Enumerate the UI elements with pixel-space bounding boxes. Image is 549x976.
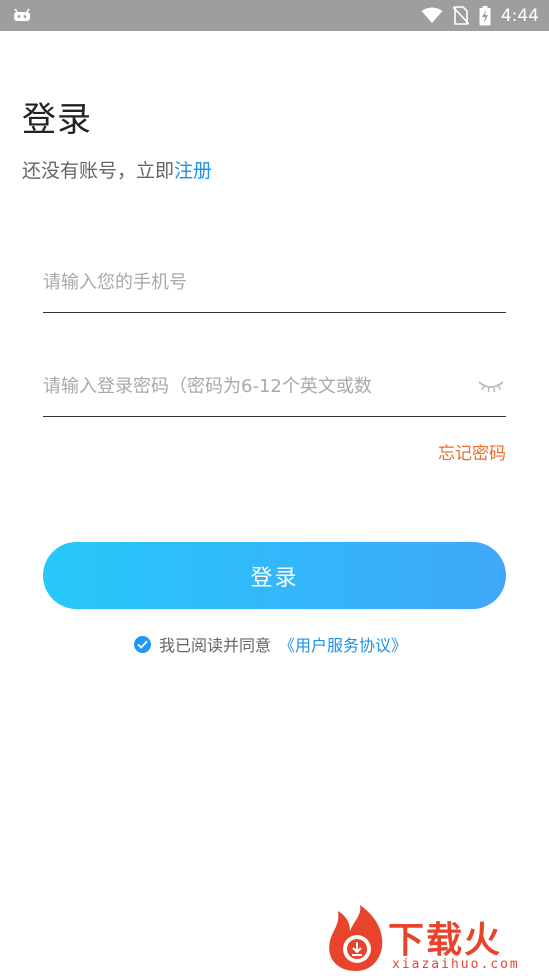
wifi-icon [421, 7, 443, 23]
agreement-text: 我已阅读并同意 [159, 636, 272, 655]
agreement-checkbox[interactable] [134, 635, 151, 653]
watermark-url: xiazaihuo.com [392, 957, 520, 972]
user-agreement-link[interactable]: 《用户服务协议》 [279, 632, 407, 656]
password-field [43, 363, 506, 417]
phone-field [43, 259, 506, 313]
check-icon [137, 640, 148, 649]
flame-logo-icon [329, 905, 383, 971]
battery-charging-icon [479, 5, 491, 25]
status-icons: 4:44 [421, 0, 539, 31]
status-bar: 4:44 [0, 0, 549, 31]
password-input[interactable] [43, 363, 506, 416]
status-time: 4:44 [500, 5, 539, 26]
no-sim-icon [452, 6, 469, 25]
register-prompt: 还没有账号，立即注册 [22, 156, 212, 183]
android-debug-icon [14, 8, 30, 21]
register-link[interactable]: 注册 [174, 160, 212, 182]
watermark-brand: 下载火 [388, 920, 503, 961]
forgot-password-link[interactable]: 忘记密码 [438, 439, 506, 464]
eye-closed-icon[interactable] [476, 376, 506, 396]
phone-input[interactable] [43, 259, 506, 312]
page-title: 登录 [22, 100, 92, 140]
login-button[interactable]: 登录 [43, 542, 506, 609]
register-prompt-text: 还没有账号，立即 [22, 160, 175, 182]
watermark: 下载火 xiazaihuo.com [324, 905, 549, 976]
agreement-row: 我已阅读并同意 《用户服务协议》 [134, 632, 407, 656]
